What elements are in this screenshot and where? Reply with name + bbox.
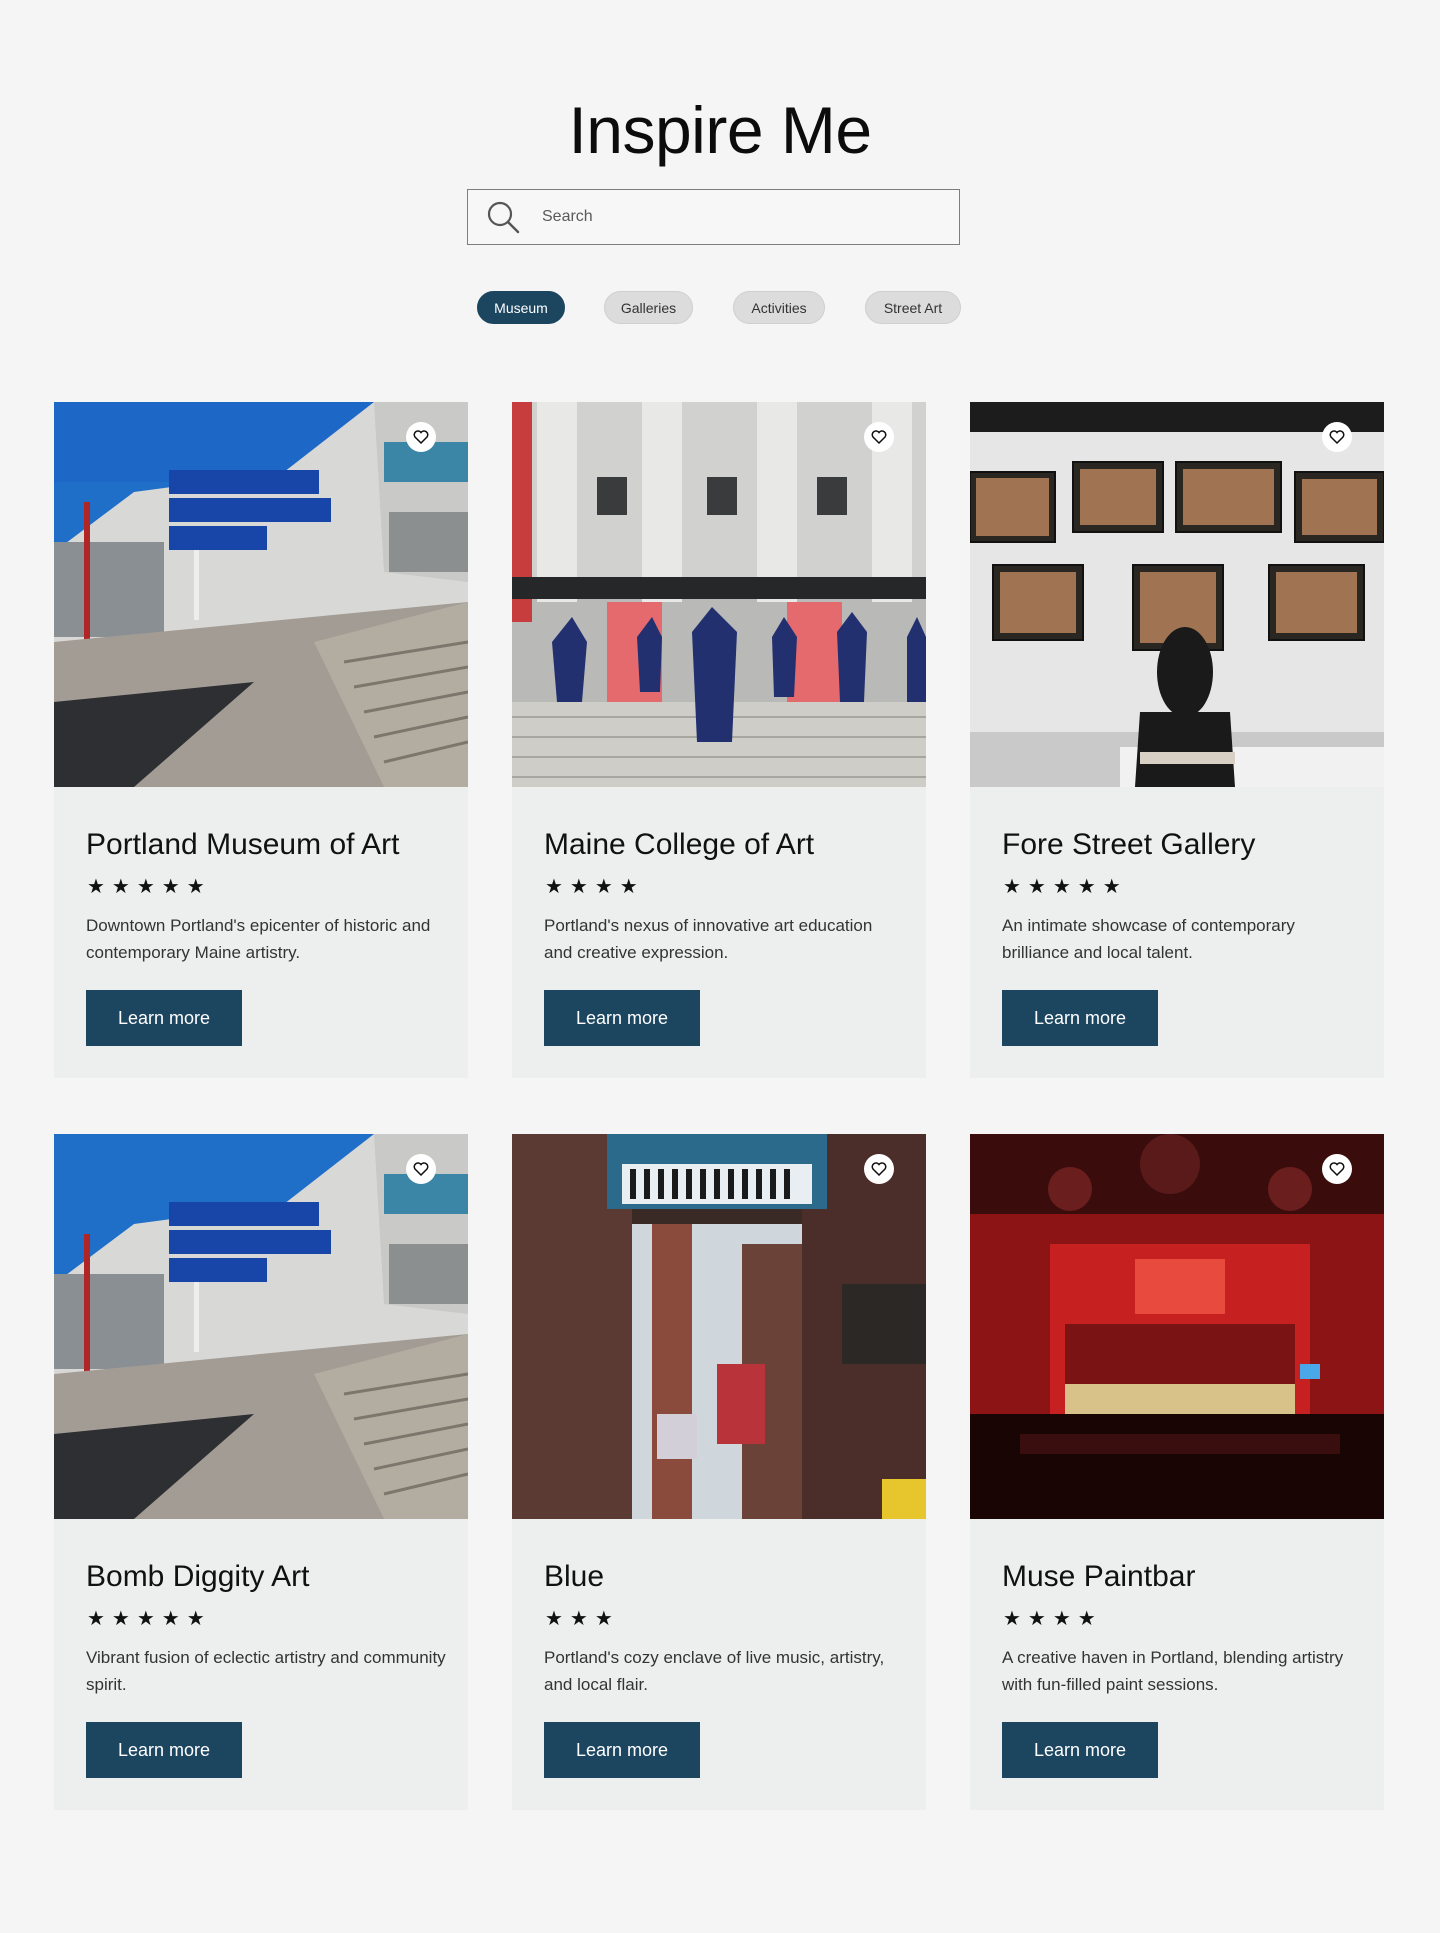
favorite-heart-icon[interactable] (864, 422, 894, 452)
venue-description: A creative haven in Portland, blending a… (1002, 1648, 1344, 1694)
filter-chips: Museum Galleries Activities Street Art (0, 291, 1440, 325)
venue-photo (970, 402, 1384, 787)
venue-title: Bomb Diggity Art (86, 1560, 310, 1593)
learn-more-button[interactable]: Learn more (1002, 1722, 1158, 1778)
venue-description: Portland's nexus of innovative art educa… (544, 916, 873, 962)
search-bar[interactable] (467, 189, 960, 245)
venue-description: Portland's cozy enclave of live music, a… (544, 1648, 885, 1694)
star-rating: ★★★★★ (87, 1606, 212, 1630)
venue-photo (970, 1134, 1384, 1519)
favorite-heart-icon[interactable] (1322, 422, 1352, 452)
venue-card: Fore Street Gallery ★★★★★ An intimate sh… (970, 402, 1384, 1078)
venue-title: Muse Paintbar (1002, 1560, 1196, 1593)
venue-card: Portland Museum of Art ★★★★★ Downtown Po… (54, 402, 468, 1078)
venue-card: Maine College of Art ★★★★ Portland's nex… (512, 402, 926, 1078)
venue-card: Bomb Diggity Art ★★★★★ Vibrant fusion of… (54, 1134, 468, 1810)
star-rating: ★★★★★ (1003, 874, 1128, 898)
learn-more-button[interactable]: Learn more (86, 1722, 242, 1778)
search-input[interactable] (542, 208, 922, 226)
learn-more-button[interactable]: Learn more (544, 990, 700, 1046)
venue-title: Maine College of Art (544, 828, 815, 861)
venue-card: Blue ★★★ Portland's cozy enclave of live… (512, 1134, 926, 1810)
filter-chip-galleries[interactable]: Galleries (604, 291, 693, 324)
star-rating: ★★★ (545, 1606, 620, 1630)
star-rating: ★★★★ (1003, 1606, 1103, 1630)
filter-chip-activities[interactable]: Activities (733, 291, 825, 324)
filter-chip-street-art[interactable]: Street Art (865, 291, 961, 324)
learn-more-button[interactable]: Learn more (86, 990, 242, 1046)
venue-title: Fore Street Gallery (1002, 828, 1256, 861)
favorite-heart-icon[interactable] (864, 1154, 894, 1184)
venue-photo (512, 402, 926, 787)
venue-description: An intimate showcase of contemporary bri… (1002, 916, 1295, 962)
venue-card: Muse Paintbar ★★★★ A creative haven in P… (970, 1134, 1384, 1810)
star-rating: ★★★★★ (87, 874, 212, 898)
star-rating: ★★★★ (545, 874, 645, 898)
favorite-heart-icon[interactable] (406, 422, 436, 452)
learn-more-button[interactable]: Learn more (544, 1722, 700, 1778)
venue-title: Blue (544, 1560, 605, 1593)
favorite-heart-icon[interactable] (406, 1154, 436, 1184)
search-icon (487, 201, 520, 234)
page-title: Inspire Me (568, 93, 872, 167)
venue-title: Portland Museum of Art (86, 828, 400, 861)
venue-photo (512, 1134, 926, 1519)
learn-more-button[interactable]: Learn more (1002, 990, 1158, 1046)
venue-photo (54, 402, 468, 787)
venue-photo (54, 1134, 468, 1519)
filter-chip-museum[interactable]: Museum (477, 291, 565, 324)
venue-description: Downtown Portland's epicenter of histori… (86, 916, 431, 962)
venue-description: Vibrant fusion of eclectic artistry and … (86, 1648, 446, 1694)
favorite-heart-icon[interactable] (1322, 1154, 1352, 1184)
